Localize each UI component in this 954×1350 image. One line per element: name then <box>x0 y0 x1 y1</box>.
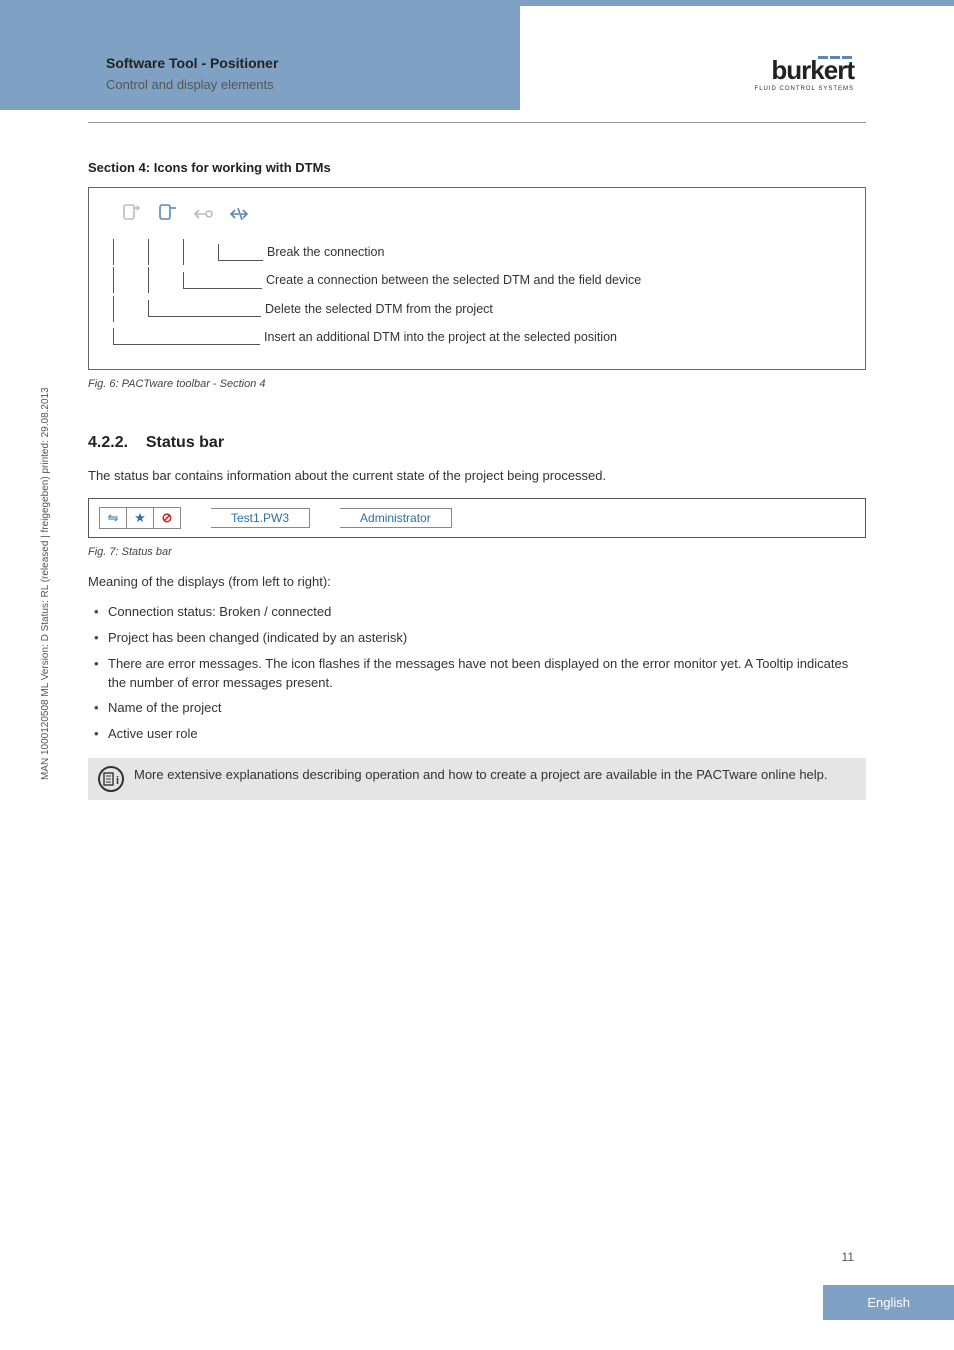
meaning-intro: Meaning of the displays (from left to ri… <box>88 572 866 592</box>
delete-dtm-icon <box>153 200 181 228</box>
brand-logo: burkert FLUID CONTROL SYSTEMS <box>755 56 854 92</box>
section-4-title: Section 4: Icons for working with DTMs <box>88 160 866 175</box>
figure-7-caption: Fig. 7: Status bar <box>88 546 866 558</box>
connect-dtm-icon <box>189 200 217 228</box>
callout-1: Break the connection <box>263 238 384 266</box>
project-changed-icon: ★ <box>127 508 154 528</box>
language-tab: English <box>823 1285 954 1320</box>
figure-6-caption: Fig. 6: PACTware toolbar - Section 4 <box>88 378 866 390</box>
callout-4: Insert an additional DTM into the projec… <box>260 323 617 351</box>
top-bar-thin <box>520 0 954 6</box>
heading-number: 4.2.2. <box>88 434 128 451</box>
bullet-4: Name of the project <box>108 699 866 718</box>
disconnect-dtm-icon <box>225 200 253 228</box>
page-header: Software Tool - Positioner Control and d… <box>106 55 854 92</box>
info-note-text: More extensive explanations describing o… <box>134 766 828 785</box>
connection-status-icon: ⇋ <box>100 508 127 528</box>
toolbar-icon-row <box>117 200 851 228</box>
user-role-cell: Administrator <box>340 508 452 528</box>
bullet-3: There are error messages. The icon flash… <box>108 655 866 693</box>
callout-3: Delete the selected DTM from the project <box>261 295 493 323</box>
header-divider <box>88 122 866 123</box>
bullet-2: Project has been changed (indicated by a… <box>108 629 866 648</box>
status-intro: The status bar contains information abou… <box>88 466 866 486</box>
heading-text: Status bar <box>146 434 224 451</box>
doc-subtitle: Control and display elements <box>106 77 278 92</box>
svg-text:i: i <box>116 775 119 787</box>
insert-dtm-icon <box>117 200 145 228</box>
logo-word: burkert <box>755 55 854 86</box>
info-icon: i <box>98 766 124 792</box>
heading-4-2-2: 4.2.2. Status bar <box>88 434 866 452</box>
logo-sub: FLUID CONTROL SYSTEMS <box>755 86 854 92</box>
callout-2: Create a connection between the selected… <box>262 266 641 294</box>
figure-7-box: ⇋ ★ ⊘ Test1.PW3 Administrator <box>88 498 866 538</box>
figure-6-box: Break the connection Create a connection… <box>88 187 866 370</box>
error-indicator-icon: ⊘ <box>154 508 180 528</box>
meaning-list: Connection status: Broken / connected Pr… <box>88 603 866 744</box>
callout-tree: Break the connection Create a connection… <box>103 238 851 351</box>
info-note: i More extensive explanations describing… <box>88 758 866 800</box>
project-name-cell: Test1.PW3 <box>211 508 310 528</box>
doc-title: Software Tool - Positioner <box>106 55 278 71</box>
side-metadata: MAN 1000120508 ML Version: D Status: RL … <box>40 387 51 780</box>
bullet-1: Connection status: Broken / connected <box>108 603 866 622</box>
status-icon-group: ⇋ ★ ⊘ <box>99 507 181 529</box>
page-number: 11 <box>842 1250 854 1264</box>
bullet-5: Active user role <box>108 725 866 744</box>
